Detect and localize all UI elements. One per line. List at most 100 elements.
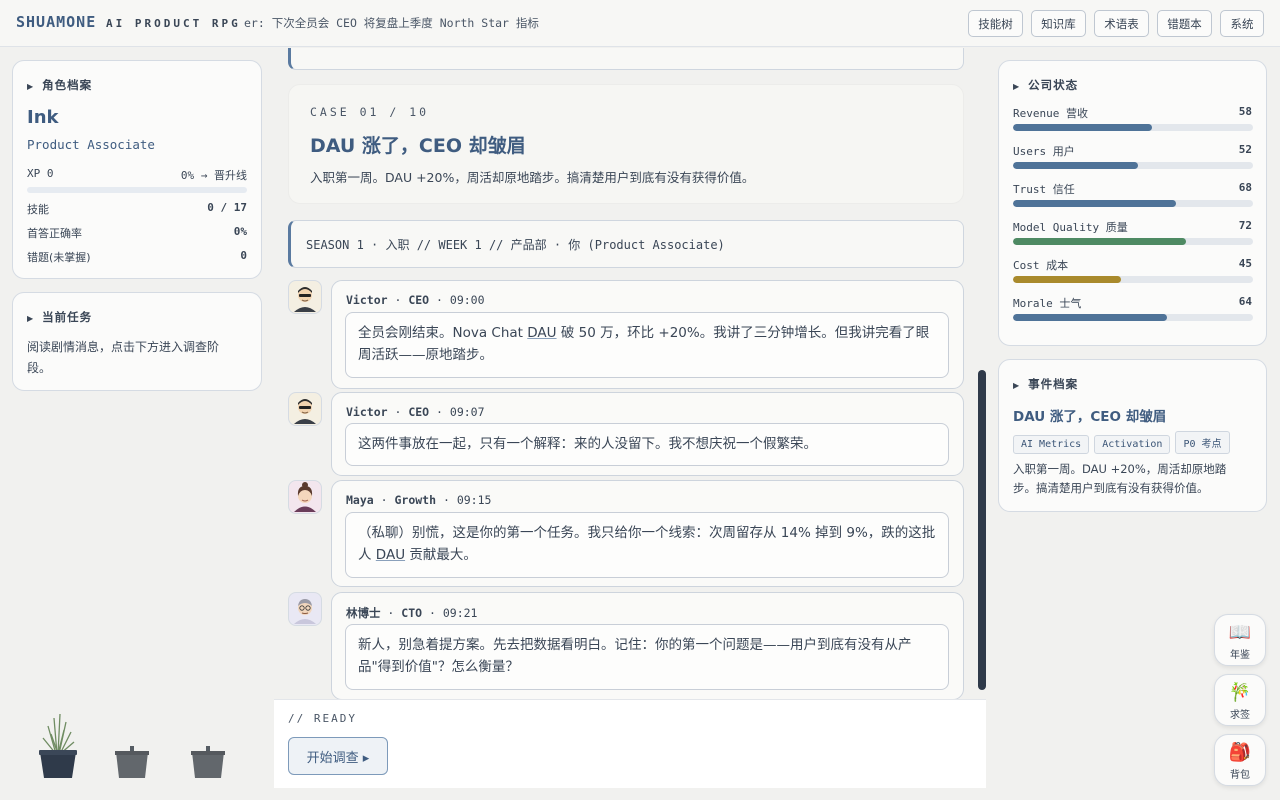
stat-row-accuracy: 首答正确率 0% [27, 225, 247, 241]
stat-label: 错题(未掌握) [27, 251, 91, 264]
brand-logo[interactable]: SHUAMONE [16, 13, 96, 31]
sender-name: Victor [346, 405, 388, 419]
chat-message: Maya · Growth · 09:15 （私聊）别慌，这是你的第一个任务。我… [331, 480, 964, 587]
case-number: CASE 01 / 10 [310, 105, 430, 119]
sender-name: Victor [346, 293, 388, 307]
start-investigation-button[interactable]: 开始调查 ▸ [288, 737, 388, 775]
xp-row: XP 0 0% → 晋升线 [27, 167, 247, 183]
almanac-label: 年鉴 [1230, 650, 1250, 661]
triangle-icon: ▶ [27, 82, 35, 91]
message-bubble: 全员会刚结束。Nova Chat DAU 破 50 万，环比 +20%。我讲了三… [345, 312, 949, 378]
glossary-term-link[interactable]: DAU [527, 325, 556, 341]
sender-name: Maya [346, 493, 374, 507]
almanac-button[interactable]: 📖 年鉴 [1214, 614, 1266, 666]
message-header: Maya · Growth · 09:15 [346, 493, 492, 507]
company-panel-title: ▶ 公司状态 [1013, 77, 1078, 93]
event-panel-title: ▶ 事件档案 [1013, 376, 1078, 392]
message-text: 这两件事放在一起，只有一个解释：来的人没留下。我不想庆祝一个假繁荣。 [358, 436, 817, 452]
stat-row-mistakes: 错题(未掌握) 0 [27, 249, 247, 265]
message-header: Victor · CEO · 09:00 [346, 293, 485, 307]
company-title-text: 公司状态 [1028, 78, 1079, 92]
profile-title-text: 角色档案 [42, 78, 93, 92]
triangle-icon: ▶ [1013, 82, 1021, 91]
metric-value: 68 [1238, 181, 1252, 194]
sender-dept: CTO [401, 606, 423, 620]
metric-bar-fill [1013, 314, 1167, 321]
metric-value: 58 [1238, 105, 1252, 118]
current-task-panel: ▶ 当前任务 阅读剧情消息，点击下方进入调查阶段。 [12, 292, 262, 391]
message-bubble: 这两件事放在一起，只有一个解释：来的人没留下。我不想庆祝一个假繁荣。 [345, 423, 949, 466]
metric-bar [1013, 200, 1253, 207]
victor-avatar [288, 392, 322, 426]
backpack-button[interactable]: 🎒 背包 [1214, 734, 1266, 786]
metric-label: Model Quality 质量 [1013, 221, 1128, 234]
status-text: // READY [288, 712, 357, 725]
metric-value: 72 [1238, 219, 1252, 232]
event-case-title: DAU 涨了，CEO 却皱眉 [1013, 409, 1167, 425]
metric-bar [1013, 314, 1253, 321]
triangle-icon: ▶ [27, 314, 35, 323]
message-time: 09:15 [456, 493, 492, 507]
metric-label: Revenue 营收 [1013, 107, 1088, 120]
task-description: 阅读剧情消息，点击下方进入调查阶段。 [27, 340, 220, 375]
action-footer: // READY 开始调查 ▸ [274, 699, 986, 788]
message-text: 新人，别急着提方案。先去把数据看明白。记住：你的第一个问题是——用户到底有没有从… [358, 637, 912, 675]
stat-label: 技能 [27, 203, 49, 216]
task-panel-title: ▶ 当前任务 [27, 309, 92, 325]
news-ticker: er: 下次全员会 CEO 将复盘上季度 North Star 指标 [244, 16, 539, 30]
glossary-term-link[interactable]: DAU [376, 547, 405, 563]
empty-pot-icon [190, 746, 226, 780]
sender-dept: Growth [394, 493, 437, 507]
case-title: DAU 涨了，CEO 却皱眉 [310, 135, 526, 157]
fortune-button[interactable]: 🎋 求签 [1214, 674, 1266, 726]
glossary-button[interactable]: 术语表 [1094, 10, 1149, 37]
chat-scrollbar[interactable] [978, 370, 986, 690]
stat-row-skills: 技能 0 / 17 [27, 201, 247, 217]
metric-bar [1013, 162, 1253, 169]
backpack-label: 背包 [1230, 770, 1250, 781]
message-bubble: 新人，别急着提方案。先去把数据看明白。记住：你的第一个问题是——用户到底有没有从… [345, 624, 949, 690]
metric-value: 64 [1238, 295, 1252, 308]
metric-label: Trust 信任 [1013, 183, 1075, 196]
event-title-text: 事件档案 [1028, 377, 1079, 391]
metric-label: Users 用户 [1013, 145, 1075, 158]
plant-pot-icon [38, 712, 78, 780]
profile-panel-title: ▶ 角色档案 [27, 77, 92, 93]
metric-label: Morale 士气 [1013, 297, 1082, 310]
metric-bar-fill [1013, 276, 1121, 283]
top-bar: SHUAMONE AI PRODUCT RPG er: 下次全员会 CEO 将复… [0, 0, 1280, 47]
xp-progress-text: 0% → 晋升线 [180, 169, 247, 182]
metric-value: 45 [1238, 257, 1252, 270]
mistake-book-button[interactable]: 错题本 [1157, 10, 1212, 37]
chat-message: 林博士 · CTO · 09:21 新人，别急着提方案。先去把数据看明白。记住：… [331, 592, 964, 700]
stat-value: 0% [233, 225, 247, 238]
tag-badge: P0 考点 [1175, 431, 1230, 454]
player-name: Ink [27, 107, 59, 128]
system-button[interactable]: 系统 [1220, 10, 1264, 37]
sender-dept: CEO [408, 293, 430, 307]
player-role: Product Associate [27, 137, 155, 152]
message-time: 09:07 [449, 405, 485, 419]
chat-message: Victor · CEO · 09:07 这两件事放在一起，只有一个解释：来的人… [331, 392, 964, 476]
message-time: 09:21 [442, 606, 478, 620]
victor-avatar [288, 280, 322, 314]
skill-tree-button[interactable]: 技能树 [968, 10, 1023, 37]
message-bubble: （私聊）别慌，这是你的第一个任务。我只给你一个线索：次周留存从 14% 掉到 9… [345, 512, 949, 578]
metric-label: Cost 成本 [1013, 259, 1069, 272]
message-time: 09:00 [449, 293, 485, 307]
stat-value: 0 / 17 [207, 201, 247, 214]
stat-value: 0 [240, 249, 247, 262]
sender-dept: CEO [408, 405, 430, 419]
knowledge-base-button[interactable]: 知识库 [1031, 10, 1086, 37]
brand-subtitle: AI PRODUCT RPG [106, 17, 241, 30]
case-card: CASE 01 / 10 DAU 涨了，CEO 却皱眉 入职第一周。DAU +2… [288, 84, 964, 204]
maya-avatar [288, 480, 322, 514]
case-description: 入职第一周。DAU +20%，周活却原地踏步。搞清楚用户到底有没有获得价值。 [310, 170, 755, 185]
season-banner: SEASON 1 · 入职 // WEEK 1 // 产品部 · 你 (Prod… [288, 220, 964, 268]
metric-bar-fill [1013, 162, 1138, 169]
metric-bar-fill [1013, 200, 1177, 207]
xp-bar [27, 187, 247, 193]
book-icon: 📖 [1228, 622, 1252, 643]
tag-badge: Activation [1094, 435, 1171, 454]
chat-message: Victor · CEO · 09:00 全员会刚结束。Nova Chat DA… [331, 280, 964, 389]
